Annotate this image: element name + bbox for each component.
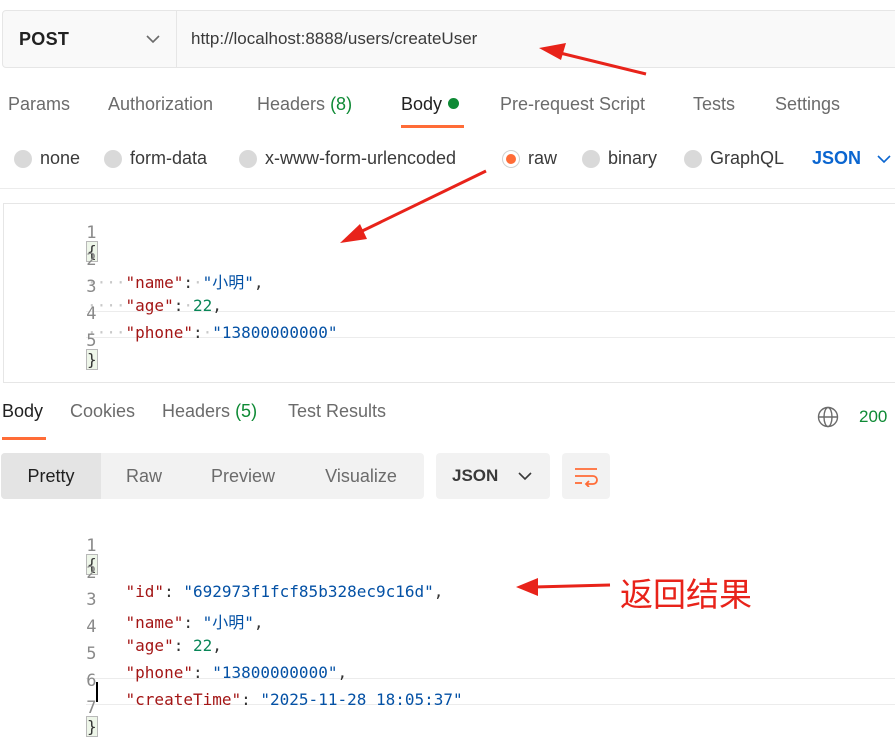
radio-label: x-www-form-urlencoded <box>265 148 457 168</box>
response-headers-label: Headers <box>162 401 231 421</box>
body-type-options: none form-data x-www-form-urlencoded raw… <box>0 140 895 178</box>
response-status: 200 <box>817 406 887 428</box>
line-number: 5 <box>86 331 97 351</box>
response-tab-test-results[interactable]: Test Results <box>288 401 386 422</box>
line-number: 7 <box>86 698 97 718</box>
active-tab-underline <box>401 125 464 128</box>
radio-form-data[interactable]: form-data <box>104 148 207 169</box>
code-line: 6 "createTime": "2025-11-28 18:05:37" <box>0 652 895 709</box>
radio-circle-selected <box>502 149 520 168</box>
language-label: JSON <box>812 148 862 168</box>
response-tabs: Body Cookies Headers (5) Test Results <box>0 395 895 440</box>
url-input[interactable]: http://localhost:8888/users/createUser <box>177 11 895 67</box>
format-label: JSON <box>452 466 499 485</box>
tab-body[interactable]: Body <box>401 94 460 115</box>
view-preview-button[interactable]: Preview <box>187 453 299 499</box>
response-tab-body[interactable]: Body <box>2 401 43 422</box>
radio-circle <box>684 149 702 168</box>
code-line: 4 ····"phone":·"13800000000" <box>0 285 895 342</box>
tab-settings[interactable]: Settings <box>775 94 840 115</box>
code-line: 7 } <box>0 679 895 737</box>
radio-graphql[interactable]: GraphQL <box>684 148 784 169</box>
code-line: 4 "age": 22, <box>0 598 895 655</box>
tab-pre-request-script[interactable]: Pre-request Script <box>500 94 645 115</box>
code-text: } <box>86 349 98 370</box>
body-indicator-dot <box>448 98 460 109</box>
radio-x-www-form-urlencoded[interactable]: x-www-form-urlencoded <box>239 148 456 169</box>
divider <box>0 188 895 189</box>
annotation-label: 返回结果 <box>620 575 752 614</box>
close-brace: } <box>86 349 98 370</box>
radio-label: GraphQL <box>710 148 785 168</box>
view-pretty-button[interactable]: Pretty <box>1 453 101 499</box>
view-raw-button[interactable]: Raw <box>101 453 187 499</box>
tab-params[interactable]: Params <box>8 94 70 115</box>
chevron-down-icon <box>146 35 160 44</box>
radio-binary[interactable]: binary <box>582 148 657 169</box>
tab-tests[interactable]: Tests <box>693 94 735 115</box>
code-line: 1 { <box>0 517 895 575</box>
wrap-lines-icon <box>575 468 598 487</box>
response-tab-headers[interactable]: Headers (5) <box>162 401 257 422</box>
method-select[interactable]: POST <box>3 11 177 67</box>
radio-none[interactable]: none <box>14 148 80 169</box>
tab-body-label: Body <box>401 94 443 114</box>
code-text: } <box>86 716 98 737</box>
headers-count: (8) <box>330 94 353 114</box>
radio-circle <box>14 149 32 168</box>
language-select[interactable]: JSON <box>812 148 891 169</box>
active-tab-underline <box>2 437 46 440</box>
radio-label: none <box>40 148 81 168</box>
response-format-select[interactable]: JSON <box>436 453 550 499</box>
code-line: 5 "phone": "13800000000", <box>0 625 895 682</box>
status-code[interactable]: 200 <box>859 407 887 427</box>
radio-raw[interactable]: raw <box>502 148 557 169</box>
radio-circle <box>104 149 122 168</box>
response-tab-cookies[interactable]: Cookies <box>70 401 135 422</box>
code-line: 3 ····"age":·22, <box>0 258 895 315</box>
method-label: POST <box>19 28 70 49</box>
response-headers-count: (5) <box>235 401 258 421</box>
text-caret <box>96 682 98 702</box>
request-url-bar: POST http://localhost:8888/users/createU… <box>2 10 895 68</box>
url-text: http://localhost:8888/users/createUser <box>191 29 478 48</box>
radio-label: raw <box>528 148 558 168</box>
view-visualize-button[interactable]: Visualize <box>299 453 423 499</box>
radio-label: form-data <box>130 148 208 168</box>
wrap-lines-button[interactable] <box>562 453 610 499</box>
radio-circle <box>239 149 257 168</box>
tab-authorization[interactable]: Authorization <box>108 94 213 115</box>
radio-circle <box>582 149 600 168</box>
globe-icon[interactable] <box>817 406 839 428</box>
request-tabs: Params Authorization Headers (8) Body Pr… <box>0 88 895 132</box>
code-line: 2 ····"name":·"小明", <box>0 231 895 292</box>
code-line: 1 { <box>0 204 895 262</box>
tab-headers-label: Headers <box>257 94 326 114</box>
code-line: 2 "id": "692973f1fcf85b328ec9c16d", <box>0 544 895 601</box>
chevron-down-icon <box>518 472 532 481</box>
code-line: 3 "name": "小明", <box>0 571 895 632</box>
view-mode-toggle: Pretty Raw Preview Visualize <box>1 453 424 499</box>
close-brace: } <box>86 716 98 737</box>
radio-label: binary <box>608 148 658 168</box>
code-line: 5 } <box>0 312 895 370</box>
chevron-down-icon <box>877 154 891 163</box>
tab-headers[interactable]: Headers (8) <box>257 94 352 115</box>
